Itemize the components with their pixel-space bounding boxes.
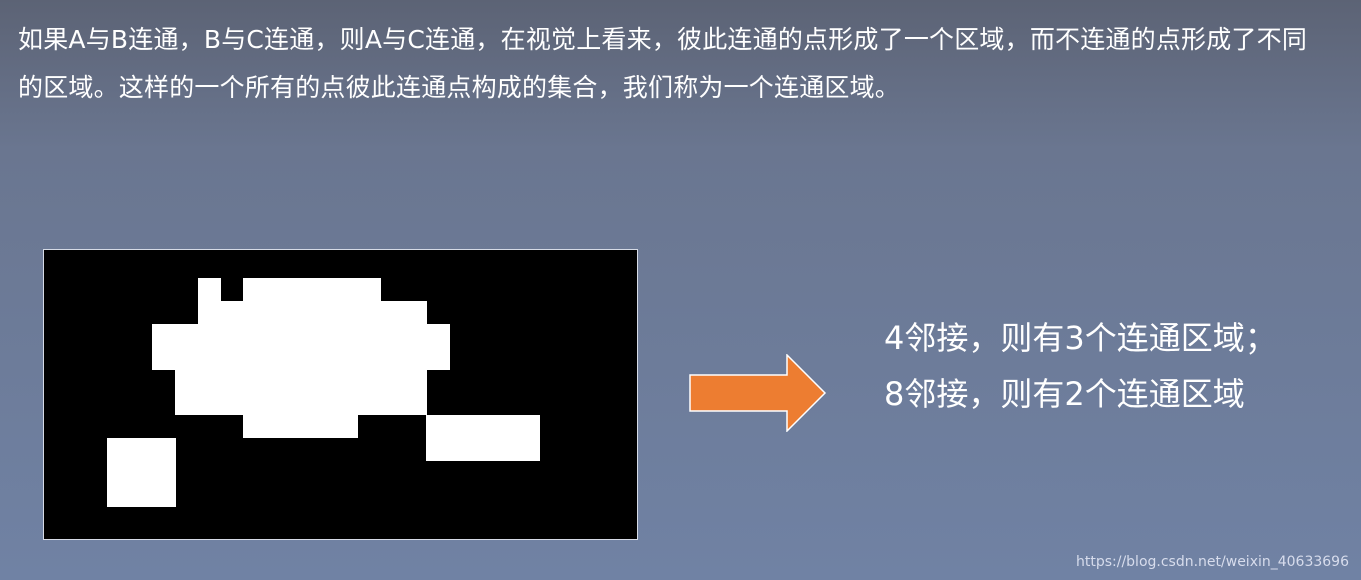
intro-paragraph: 如果A与B连通，B与C连通，则A与C连通，在视觉上看来，彼此连通的点形成了一个区… bbox=[18, 25, 1308, 102]
binary-pixel-image bbox=[43, 249, 638, 540]
pixel-block bbox=[175, 369, 427, 415]
conclusion-text: 4邻接，则有3个连通区域； 8邻接，则有2个连通区域 bbox=[884, 310, 1344, 422]
pixel-block bbox=[152, 324, 450, 370]
pixel-block bbox=[243, 414, 358, 438]
eight-connectivity-result: 8邻接，则有2个连通区域 bbox=[884, 375, 1245, 413]
source-watermark: https://blog.csdn.net/weixin_40633696 bbox=[1075, 554, 1349, 570]
pixel-block bbox=[107, 438, 176, 507]
pixel-block bbox=[426, 415, 540, 461]
four-connectivity-result: 4邻接，则有3个连通区域； bbox=[884, 319, 1277, 357]
right-arrow-icon bbox=[689, 354, 827, 432]
arrow-shape bbox=[689, 354, 827, 432]
pixel-block bbox=[198, 278, 221, 302]
pixel-block bbox=[198, 301, 427, 325]
pixel-block bbox=[243, 278, 381, 302]
